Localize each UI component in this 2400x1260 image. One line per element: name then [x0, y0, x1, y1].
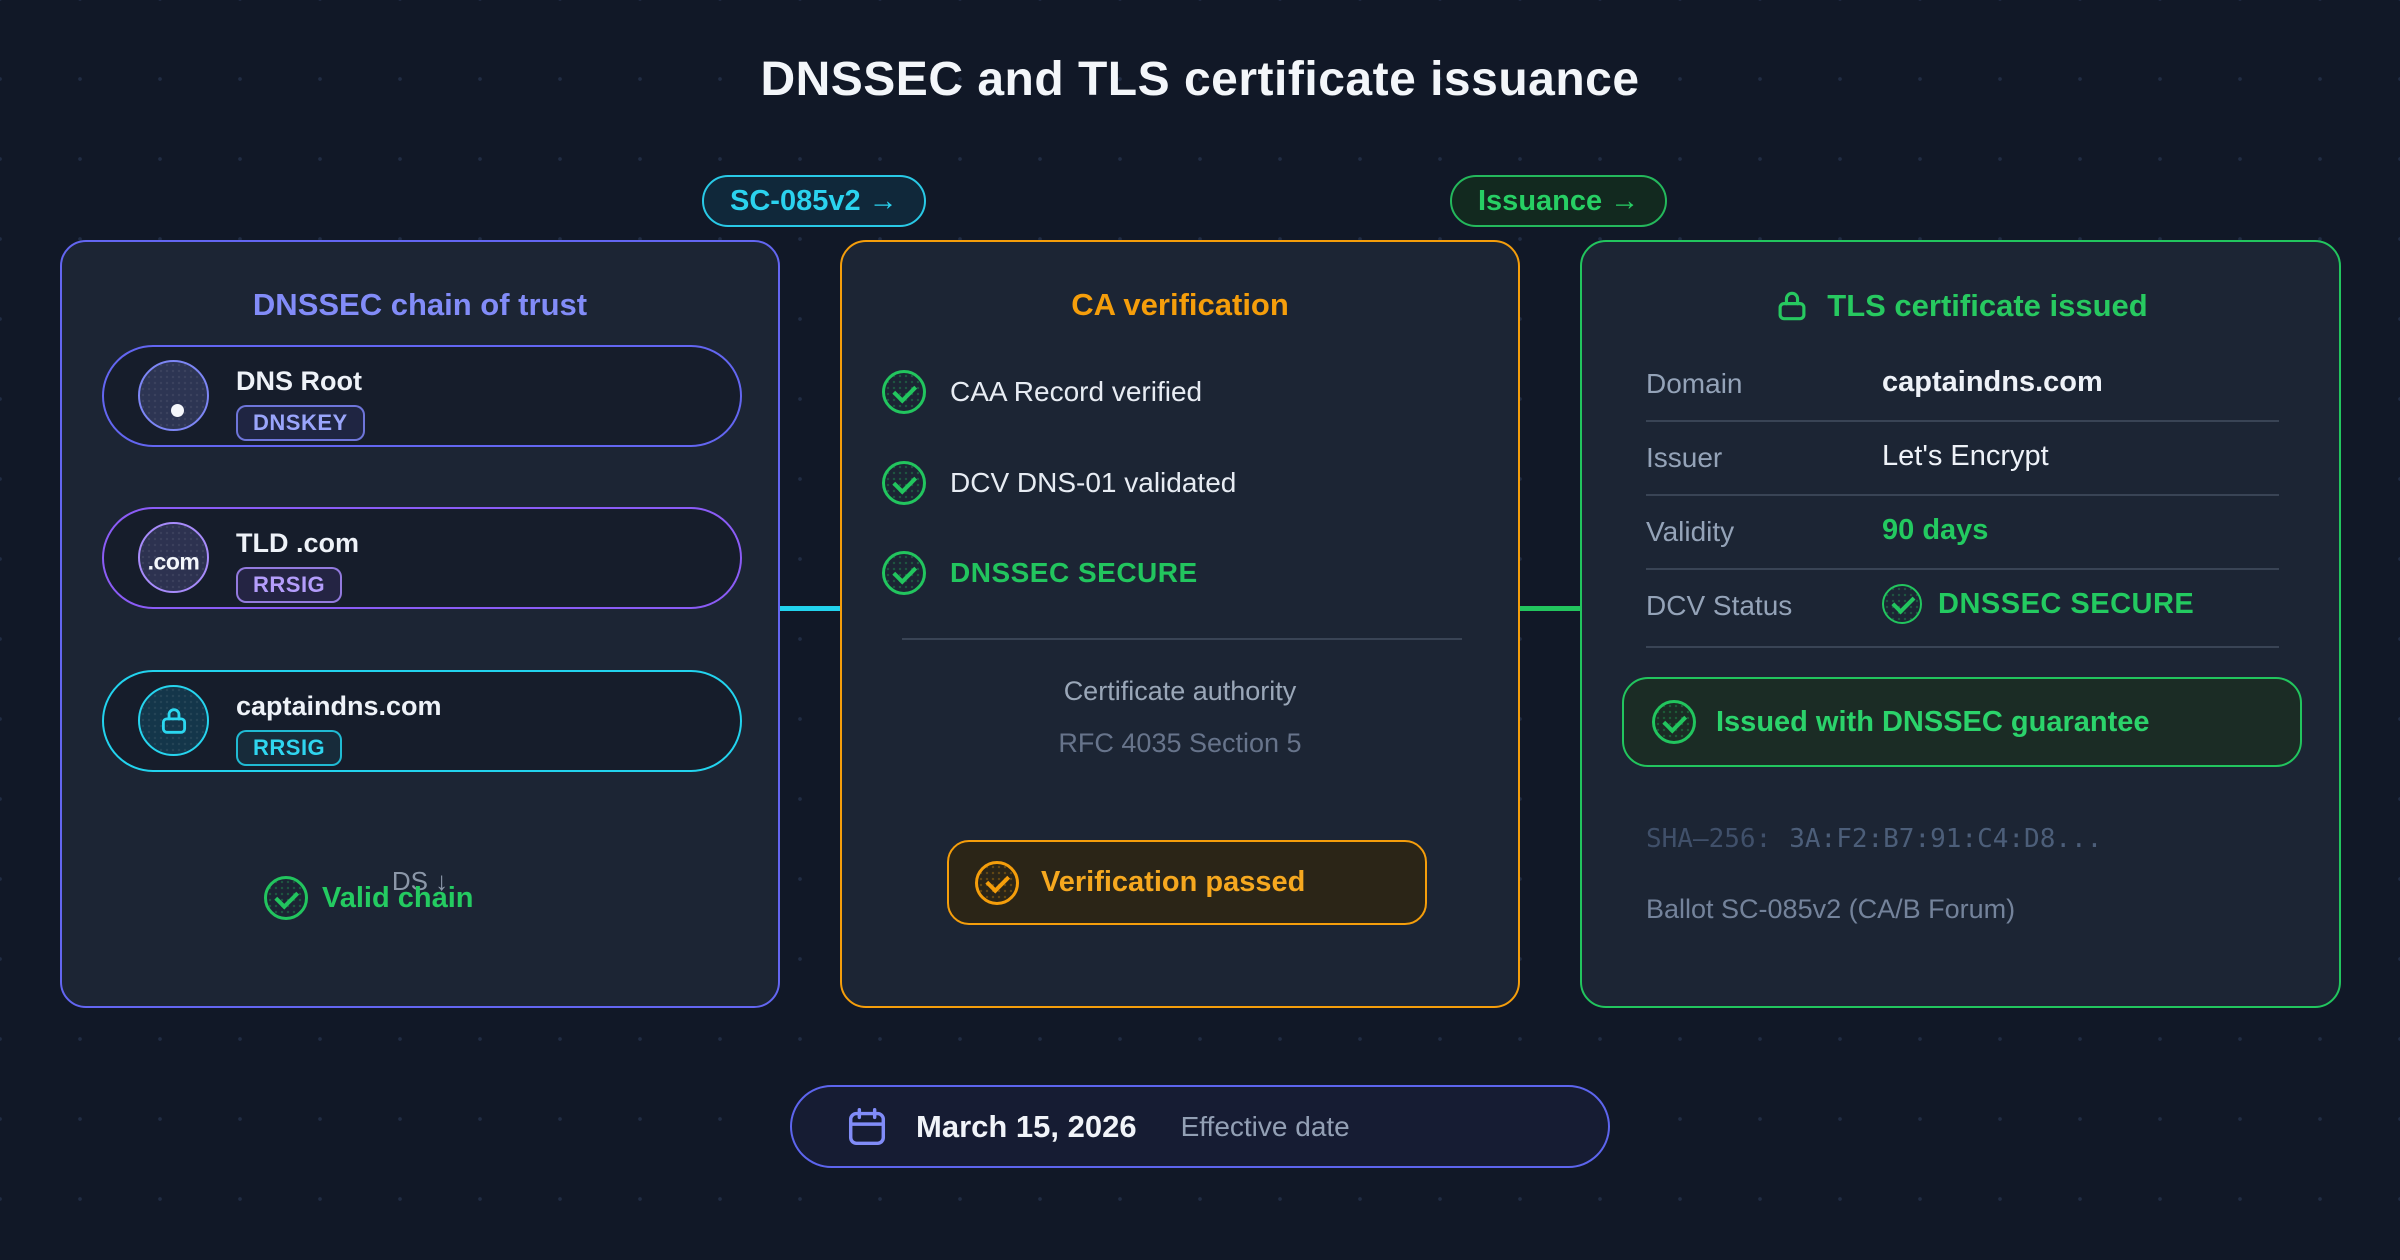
ca-subtitle: Certificate authority — [842, 676, 1518, 707]
effective-date-label: Effective date — [1181, 1111, 1350, 1143]
ca-check-label: DCV DNS-01 validated — [950, 467, 1236, 499]
cert-row-value: 90 days — [1882, 514, 1988, 547]
calendar-icon — [844, 1104, 890, 1150]
issued-with-dnssec-badge: Issued with DNSSEC guarantee — [1622, 677, 2302, 767]
chain-node-name: captaindns.com — [236, 691, 442, 722]
rrsig-tag: RRSIG — [236, 567, 342, 603]
dcv-status-text: DNSSEC SECURE — [1938, 588, 2194, 621]
cert-row-label: Issuer — [1646, 442, 1722, 474]
ca-check-label: DNSSEC SECURE — [950, 557, 1198, 589]
connector-ca-to-cert — [1520, 606, 1580, 611]
valid-chain-status: Valid chain — [264, 876, 474, 920]
flow-badge-sc085v2: SC-085v2 → — [702, 175, 926, 227]
check-circle-icon — [1652, 700, 1696, 744]
panel-dnssec-chain-title: DNSSEC chain of trust — [62, 287, 778, 323]
captaindns-lock-circle — [138, 685, 209, 756]
diagram-canvas: DNSSEC and TLS certificate issuance SC-0… — [0, 0, 2400, 1260]
panel-dnssec-chain: DNSSEC chain of trust DNS Root DNSKEY DS… — [60, 240, 780, 1008]
flow-badge-issuance: Issuance → — [1450, 175, 1667, 227]
check-circle-icon — [882, 551, 926, 595]
chain-node-tld-com: .com TLD .com RRSIG — [102, 507, 742, 609]
check-circle-icon — [975, 861, 1019, 905]
cert-row-value: Let's Encrypt — [1882, 440, 2049, 473]
ca-check-label: CAA Record verified — [950, 376, 1202, 408]
panel-tls-certificate-title: TLS certificate issued — [1582, 287, 2339, 325]
dnskey-tag-label: DNSKEY — [253, 410, 348, 436]
cert-row-divider — [1646, 568, 2279, 570]
cert-dcv-status-value: DNSSEC SECURE — [1882, 584, 2194, 624]
cert-row-label: Domain — [1646, 368, 1742, 400]
sha256-value: 3A:F2:B7:91:C4:D8... — [1789, 824, 2102, 854]
tld-com-icon: .com — [138, 522, 209, 593]
effective-date-pill: March 15, 2026 Effective date — [790, 1085, 1610, 1168]
tls-title-text: TLS certificate issued — [1827, 288, 2147, 324]
page-title: DNSSEC and TLS certificate issuance — [0, 52, 2400, 107]
flow-badge-issuance-label: Issuance → — [1478, 185, 1639, 218]
connector-chain-to-ca — [780, 606, 840, 611]
rrsig-tag-label: RRSIG — [253, 572, 325, 598]
ca-reference: RFC 4035 Section 5 — [842, 728, 1518, 759]
sha256-label: SHA–256: — [1646, 824, 1771, 854]
rrsig-tag: RRSIG — [236, 730, 342, 766]
lock-icon — [157, 704, 191, 738]
panel-ca-verification-title: CA verification — [842, 287, 1518, 323]
chain-node-dns-root: DNS Root DNSKEY — [102, 345, 742, 447]
cert-row-value: captaindns.com — [1882, 366, 2103, 399]
cert-row-divider — [1646, 494, 2279, 496]
cert-row-divider — [1646, 420, 2279, 422]
sha256-fingerprint: SHA–256: 3A:F2:B7:91:C4:D8... — [1646, 824, 2102, 854]
verification-passed-label: Verification passed — [1041, 866, 1305, 899]
rrsig-tag-label: RRSIG — [253, 735, 325, 761]
panel-tls-certificate: TLS certificate issued Domain captaindns… — [1580, 240, 2341, 1008]
effective-date-value: March 15, 2026 — [916, 1109, 1137, 1145]
ca-check-dnssec: DNSSEC SECURE — [882, 551, 1198, 595]
check-circle-icon — [882, 370, 926, 414]
issued-with-dnssec-label: Issued with DNSSEC guarantee — [1716, 706, 2150, 739]
check-circle-icon — [882, 461, 926, 505]
dnskey-tag: DNSKEY — [236, 405, 365, 441]
check-circle-icon — [264, 876, 308, 920]
dns-root-icon — [138, 360, 209, 431]
flow-badge-sc085v2-label: SC-085v2 → — [730, 185, 898, 218]
ca-check-dcv: DCV DNS-01 validated — [882, 461, 1236, 505]
tld-com-icon-label: .com — [148, 548, 200, 575]
panel-ca-verification: CA verification CAA Record verified DCV … — [840, 240, 1520, 1008]
verification-passed-badge: Verification passed — [947, 840, 1427, 925]
root-zone-dot-icon — [171, 404, 184, 417]
chain-node-name: DNS Root — [236, 366, 362, 397]
cert-row-label: Validity — [1646, 516, 1734, 548]
ballot-reference: Ballot SC-085v2 (CA/B Forum) — [1646, 894, 2015, 925]
cert-row-label: DCV Status — [1646, 590, 1792, 622]
check-circle-icon — [1882, 584, 1922, 624]
chain-node-captaindns: captaindns.com RRSIG — [102, 670, 742, 772]
lock-icon — [1773, 287, 1811, 325]
chain-node-name: TLD .com — [236, 528, 359, 559]
valid-chain-label: Valid chain — [322, 882, 474, 915]
ca-check-caa: CAA Record verified — [882, 370, 1202, 414]
cert-row-divider — [1646, 646, 2279, 648]
ca-divider — [902, 638, 1462, 640]
